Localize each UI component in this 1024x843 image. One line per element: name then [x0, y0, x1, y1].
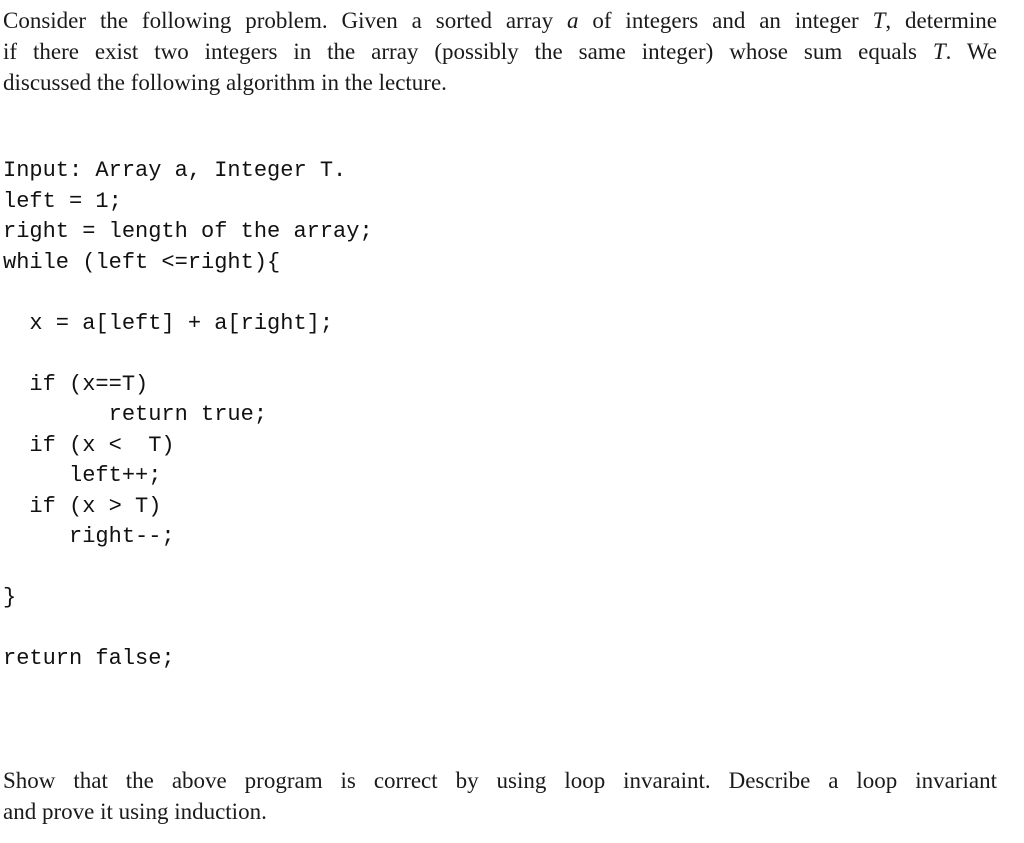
code-line: } — [3, 585, 17, 610]
task-statement-line-2: and prove it using induction. — [3, 799, 267, 824]
code-line: while (left <=right){ — [3, 249, 281, 275]
math-variable-T: T — [932, 39, 946, 64]
code-line: x = a[left] + a[right]; — [3, 310, 334, 336]
algorithm-code-block: Input: Array a, Integer T. left = 1; right… — [3, 156, 373, 675]
problem-statement: Consider the following problem. Given a … — [3, 5, 997, 98]
code-line: right = length of the array; — [3, 219, 373, 244]
math-variable-a: a — [566, 8, 579, 33]
code-line: return false; — [3, 646, 175, 671]
math-variable-T: T — [872, 8, 886, 33]
code-line: if (x > T) — [3, 493, 162, 519]
code-line: Input: Array a, Integer T. — [3, 158, 347, 183]
code-line: if (x==T) — [3, 371, 149, 397]
code-line: right--; — [3, 524, 175, 549]
code-line: left = 1; — [3, 188, 122, 214]
task-statement: Show that the above program is correct b… — [3, 765, 997, 827]
code-line: if (x < T) — [3, 432, 175, 458]
code-line: return true; — [3, 402, 268, 427]
problem-statement-line-2: if there exist two integers in the array… — [3, 39, 997, 64]
code-line: left++; — [3, 463, 162, 488]
problem-statement-line-1: Consider the following problem. Given a … — [3, 8, 997, 33]
problem-statement-line-3: discussed the following algorithm in the… — [3, 70, 447, 95]
task-statement-line-1: Show that the above program is correct b… — [3, 768, 997, 793]
